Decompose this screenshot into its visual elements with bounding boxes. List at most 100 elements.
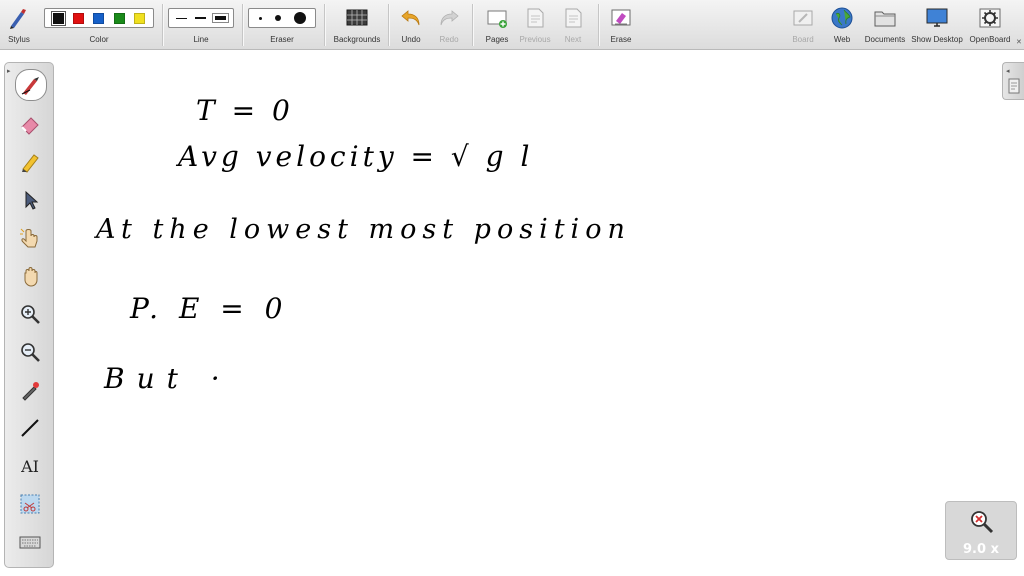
hand-icon [24, 267, 38, 287]
eraser-size-small[interactable] [258, 16, 262, 20]
redo-button[interactable]: Redo [432, 0, 466, 50]
toolbar-separator [598, 4, 600, 46]
virtual-keyboard-tool[interactable] [17, 529, 43, 555]
eraser-tool[interactable] [17, 111, 43, 137]
color-swatch-green[interactable] [113, 12, 125, 24]
zoom-reset-icon [971, 511, 994, 534]
toolbar-separator [162, 4, 164, 46]
erase-label: Erase [610, 35, 632, 44]
keyboard-icon [19, 536, 41, 549]
whiteboard-canvas[interactable]: T = 0 Avg velocity = √ g l At the lowest… [60, 52, 1000, 572]
color-swatch-blue[interactable] [93, 12, 105, 24]
gear-icon [979, 8, 1001, 28]
pages-button[interactable]: Pages [478, 0, 516, 50]
line-tool[interactable] [17, 415, 43, 441]
board-line-1: T = 0 [196, 94, 294, 127]
board-line-2: Avg velocity = √ g l [178, 140, 534, 173]
zoom-out-icon [21, 343, 40, 362]
color-swatch-red[interactable] [73, 12, 85, 24]
board-line-3: At the lowest most position [96, 214, 631, 245]
eraser-icon [21, 117, 39, 135]
capture-icon [20, 494, 40, 514]
show-desktop-label: Show Desktop [911, 35, 963, 44]
zoom-out-tool[interactable] [17, 339, 43, 365]
top-toolbar: Stylus Color Line Eraser Backgrounds Und… [0, 0, 1024, 50]
tool-palette: ▸ AI [4, 62, 54, 568]
pen-tool[interactable] [15, 69, 47, 101]
backgrounds-button[interactable]: Backgrounds [330, 0, 384, 50]
line-width-thin[interactable] [176, 17, 188, 19]
redo-icon [440, 10, 459, 26]
stylus-icon [10, 9, 26, 29]
eraser-group: Eraser [246, 0, 318, 50]
marker-icon [22, 154, 39, 173]
erase-button[interactable]: Erase [602, 0, 640, 50]
palette-collapse-icon[interactable]: ▸ [7, 67, 11, 75]
line-width-thick[interactable] [211, 13, 229, 23]
web-label: Web [833, 35, 851, 44]
hand-tool[interactable] [17, 263, 43, 289]
documents-button[interactable]: Documents [862, 0, 908, 50]
undo-label: Undo [401, 35, 421, 44]
redo-label: Redo [439, 35, 459, 44]
interact-tool[interactable] [17, 225, 43, 251]
eraser-size-medium[interactable] [274, 15, 281, 21]
globe-icon [831, 7, 853, 29]
backgrounds-label: Backgrounds [333, 35, 381, 44]
eraser-label: Eraser [270, 35, 294, 44]
marker-tool[interactable] [17, 149, 43, 175]
openboard-menu-button[interactable]: OpenBoard [966, 0, 1014, 50]
zoom-in-tool[interactable] [17, 301, 43, 327]
color-swatch-yellow[interactable] [134, 12, 146, 24]
text-tool[interactable]: AI [17, 453, 43, 479]
undo-button[interactable]: Undo [394, 0, 428, 50]
show-desktop-button[interactable]: Show Desktop [908, 0, 966, 50]
toolbar-separator [388, 4, 390, 46]
stylus-button[interactable]: Stylus [2, 0, 36, 50]
close-window-button[interactable]: ✕ [1014, 0, 1024, 50]
close-icon: ✕ [1016, 39, 1022, 46]
laser-icon [22, 382, 39, 401]
board-label: Board [792, 35, 814, 44]
eraser-size-bar [248, 8, 316, 28]
select-tool[interactable] [17, 187, 43, 213]
pen-icon [21, 77, 39, 95]
add-page-icon [487, 10, 507, 28]
collapse-arrow-icon: ◂ [1006, 68, 1010, 75]
text-icon: AI [21, 456, 39, 476]
color-swatch-bar [44, 8, 154, 28]
zoom-level-label: 9.0 x [963, 542, 999, 557]
color-group: Color [42, 0, 156, 50]
web-button[interactable]: Web [824, 0, 860, 50]
capture-tool[interactable] [17, 491, 43, 517]
documents-label: Documents [864, 35, 906, 44]
zoom-in-icon [21, 305, 40, 324]
previous-page-icon [527, 8, 544, 28]
openboard-label: OpenBoard [969, 35, 1011, 44]
hand-pointer-icon [20, 228, 38, 248]
line-width-medium[interactable] [195, 17, 207, 19]
color-label: Color [89, 35, 109, 44]
line-group: Line [166, 0, 236, 50]
board-button[interactable]: Board [786, 0, 820, 50]
next-page-icon [565, 8, 582, 28]
right-panel-toggle[interactable]: ◂ [1002, 62, 1024, 100]
eraser-size-large[interactable] [293, 12, 306, 24]
previous-page-button[interactable]: Previous [516, 0, 554, 50]
laser-pointer-tool[interactable] [17, 377, 43, 403]
erase-board-icon [611, 9, 631, 26]
toolbar-separator [242, 4, 244, 46]
next-page-button[interactable]: Next [554, 0, 592, 50]
stylus-label: Stylus [8, 35, 30, 44]
board-line-4: P. E = 0 [130, 292, 289, 325]
color-swatch-black[interactable] [50, 10, 66, 26]
openboard-window: Stylus Color Line Eraser Backgrounds Und… [0, 0, 1024, 576]
next-label: Next [564, 35, 582, 44]
undo-icon [401, 10, 420, 26]
toolbar-separator [324, 4, 326, 46]
toolbar-separator [472, 4, 474, 46]
desktop-monitor-icon [926, 8, 948, 27]
library-icon [1008, 78, 1020, 94]
previous-label: Previous [519, 35, 551, 44]
zoom-indicator[interactable]: 9.0 x [945, 501, 1017, 560]
